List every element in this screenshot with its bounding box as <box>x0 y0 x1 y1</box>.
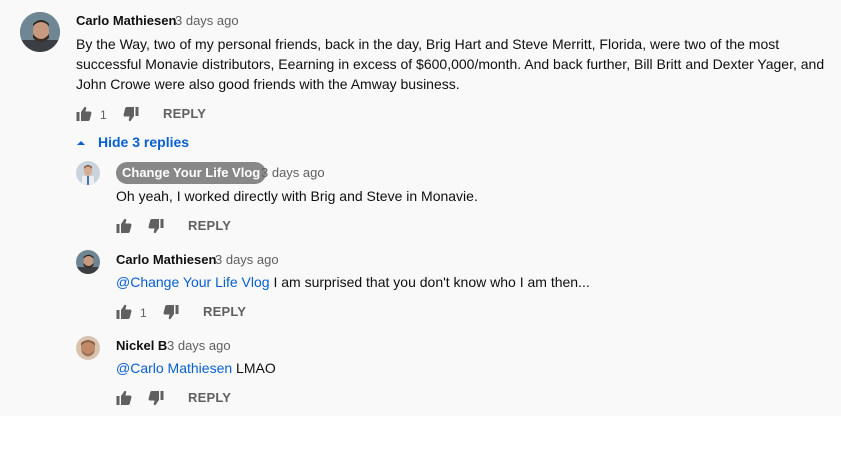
reply-button[interactable]: REPLY <box>203 303 246 321</box>
caret-up-icon[interactable] <box>76 138 86 148</box>
mention-link[interactable]: @Carlo Mathiesen <box>116 360 232 376</box>
thumb-up-icon <box>116 390 132 405</box>
person-avatar-icon <box>76 161 100 185</box>
person-avatar-icon <box>76 250 100 274</box>
comment-timestamp[interactable]: 3 days ago <box>167 337 231 355</box>
dislike-button[interactable] <box>163 304 179 320</box>
comment-author[interactable]: Carlo Mathiesen <box>76 12 176 30</box>
mention-link[interactable]: @Change Your Life Vlog <box>116 274 270 290</box>
avatar[interactable] <box>76 250 100 274</box>
dislike-button[interactable] <box>123 106 139 122</box>
reply-button[interactable]: REPLY <box>188 217 231 235</box>
thumb-down-icon <box>163 305 179 320</box>
thumb-up-icon <box>76 106 92 121</box>
channel-owner-author-badge[interactable]: Change Your Life Vlog <box>116 162 267 184</box>
person-avatar-icon <box>76 336 100 360</box>
comment-timestamp[interactable]: 3 days ago <box>215 251 279 269</box>
reply-button[interactable]: REPLY <box>188 389 231 407</box>
like-count: 1 <box>140 306 147 320</box>
comment-timestamp[interactable]: 3 days ago <box>175 12 239 30</box>
comment-text: By the Way, two of my personal friends, … <box>76 36 825 92</box>
like-button[interactable] <box>116 304 132 320</box>
thumb-up-icon <box>116 304 132 319</box>
hide-replies-button[interactable]: Hide 3 replies <box>98 132 189 152</box>
thumb-up-icon <box>116 218 132 233</box>
comment-text: @Change Your Life Vlog I am surprised th… <box>116 272 816 292</box>
comment-timestamp[interactable]: 3 days ago <box>261 164 325 182</box>
avatar[interactable] <box>76 161 100 185</box>
like-button[interactable] <box>116 390 132 406</box>
reply-button[interactable]: REPLY <box>163 105 206 123</box>
like-button[interactable] <box>116 218 132 234</box>
comment-thread: Carlo Mathiesen 3 days ago By the Way, t… <box>0 0 841 416</box>
dislike-button[interactable] <box>148 218 164 234</box>
thumb-down-icon <box>123 107 139 122</box>
avatar[interactable] <box>76 336 100 360</box>
person-avatar-icon <box>20 12 60 52</box>
comment-author[interactable]: Nickel B <box>116 337 167 355</box>
avatar[interactable] <box>20 12 60 52</box>
comment-body: LMAO <box>232 360 276 376</box>
like-count: 1 <box>100 108 107 122</box>
comment-body: I am surprised that you don't know who I… <box>269 274 590 290</box>
comment-text: Oh yeah, I worked directly with Brig and… <box>116 188 478 204</box>
like-button[interactable] <box>76 106 92 122</box>
comment-author[interactable]: Carlo Mathiesen <box>116 251 216 269</box>
comment-text: @Carlo Mathiesen LMAO <box>116 358 816 378</box>
dislike-button[interactable] <box>148 390 164 406</box>
thumb-down-icon <box>148 219 164 234</box>
thumb-down-icon <box>148 391 164 406</box>
